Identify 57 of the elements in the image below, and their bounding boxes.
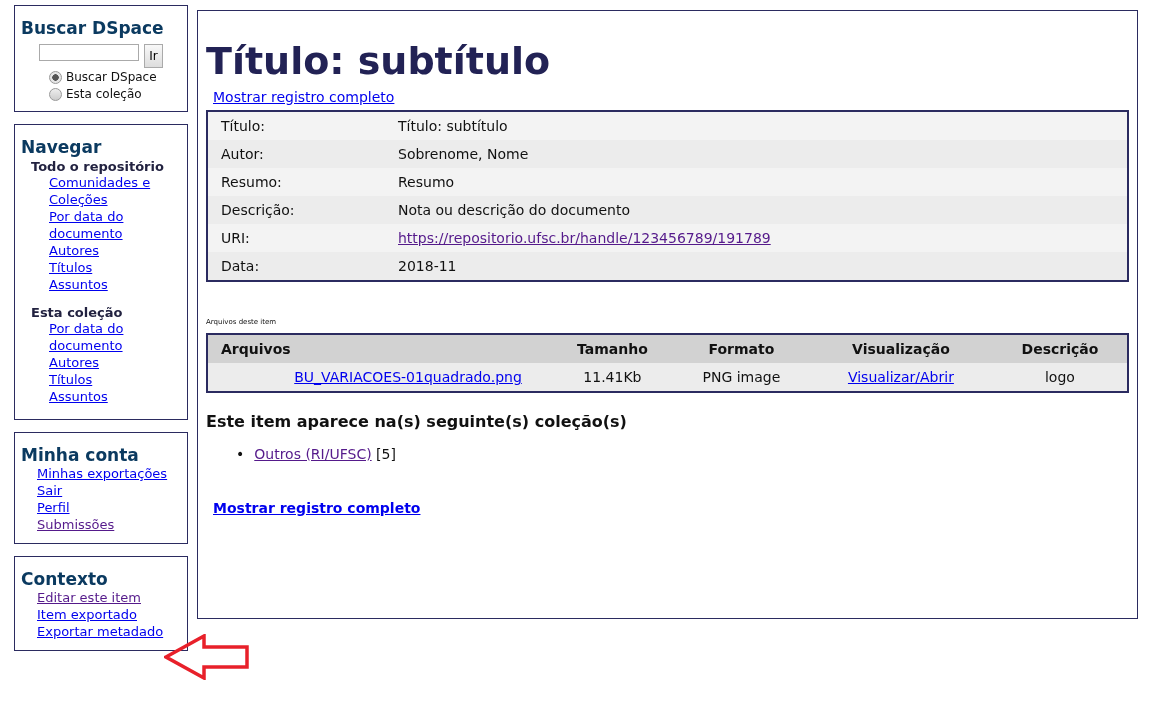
field-value: Sobrenome, Nome <box>398 146 529 162</box>
context-link[interactable]: Editar este item <box>37 589 141 606</box>
field-label: Título: <box>207 111 385 140</box>
nav-link[interactable]: Títulos <box>49 371 93 388</box>
nav-link[interactable]: Autores <box>49 354 99 371</box>
column-header: Descrição <box>992 334 1128 363</box>
show-full-record-link[interactable]: Mostrar registro completo <box>213 500 421 516</box>
nav-link[interactable]: Autores <box>49 242 99 259</box>
field-label: Data: <box>207 252 385 281</box>
field-label: Resumo: <box>207 168 385 196</box>
panel-title: Buscar DSpace <box>21 18 165 38</box>
group-title: Esta coleção <box>31 305 124 320</box>
collection-link[interactable]: Outros (RI/UFSC) <box>254 446 372 462</box>
nav-link[interactable]: Títulos <box>49 259 93 276</box>
account-link[interactable]: Submissões <box>37 516 115 533</box>
column-header: Tamanho <box>551 334 674 363</box>
file-size: 11.41Kb <box>583 369 642 385</box>
account-link[interactable]: Perfil <box>37 499 70 516</box>
panel-title: Contexto <box>21 569 109 589</box>
panel-title: Minha conta <box>21 445 140 465</box>
search-field[interactable] <box>39 44 140 61</box>
column-header: Formato <box>673 334 809 363</box>
radio-label: Esta coleção <box>66 87 142 101</box>
item-count: [5] <box>375 446 396 462</box>
field-value: Nota ou descrição do documento <box>398 202 630 218</box>
go-button[interactable]: Ir <box>144 44 163 68</box>
field-value: Resumo <box>398 174 455 190</box>
show-full-record-link[interactable]: Mostrar registro completo <box>213 89 395 105</box>
context-link[interactable]: Item exportado <box>37 606 137 623</box>
column-header: Visualização <box>808 334 993 363</box>
panel-title: Navegar <box>21 137 103 157</box>
column-header: Arquivos <box>207 334 551 363</box>
collections-heading: Este item aparece na(s) seguinte(s) coleção(s) <box>206 412 628 431</box>
item-title: Título: subtítulo <box>206 39 552 83</box>
nav-link[interactable]: Por data do documento <box>49 320 161 354</box>
file-description: logo <box>1044 369 1075 385</box>
file-link[interactable]: BU_VARIACOES-01quadrado.png <box>294 369 522 385</box>
uri-link[interactable]: https://repositorio.ufsc.br/handle/123456789/191789 <box>398 230 771 246</box>
account-link[interactable]: Sair <box>37 482 63 499</box>
field-label: URI: <box>207 224 385 252</box>
view-link[interactable]: Visualizar/Abrir <box>847 369 954 385</box>
account-link[interactable]: Minhas exportações <box>37 465 168 482</box>
radio-label: Buscar DSpace <box>66 70 157 84</box>
nav-link[interactable]: Comunidades e Coleções <box>49 174 161 208</box>
file-format: PNG image <box>702 369 781 385</box>
field-label: Autor: <box>207 140 385 168</box>
nav-link[interactable]: Assuntos <box>49 276 108 293</box>
bullet: • <box>236 446 245 462</box>
radio-button[interactable] <box>49 70 62 84</box>
nav-link[interactable]: Assuntos <box>49 388 108 405</box>
context-link[interactable]: Exportar metadado <box>37 623 164 640</box>
radio-button[interactable] <box>49 87 62 101</box>
field-label: Descrição: <box>207 196 385 224</box>
group-title: Todo o repositório <box>31 159 165 174</box>
field-value: 2018-11 <box>398 258 457 274</box>
nav-link[interactable]: Por data do documento <box>49 208 161 242</box>
field-value: Título: subtítulo <box>398 118 508 134</box>
